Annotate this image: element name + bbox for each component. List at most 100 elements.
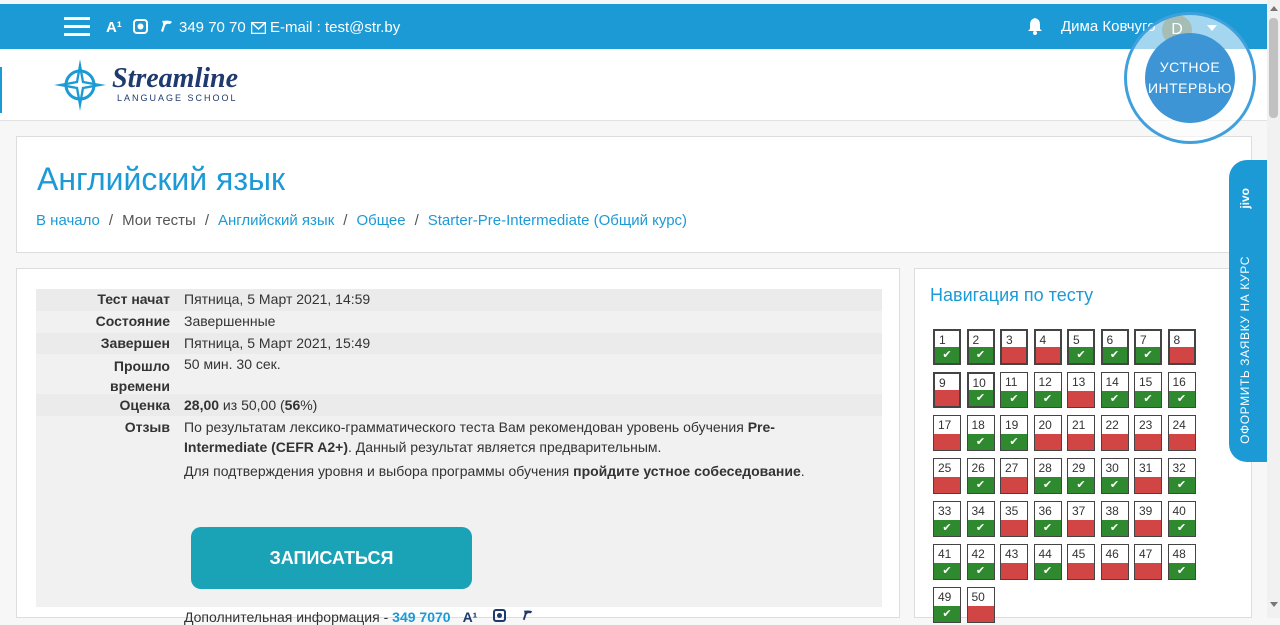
breadcrumb-general[interactable]: Общее <box>356 212 405 229</box>
question-button[interactable]: 44 <box>1033 544 1062 580</box>
question-button[interactable]: 41 <box>933 544 961 580</box>
jivo-course-request[interactable]: ОФОРМИТЬ ЗАЯВКУ НА КУРС <box>1238 256 1252 444</box>
question-button[interactable]: 26 <box>966 458 995 494</box>
scrollbar-thumb[interactable] <box>1269 18 1278 118</box>
topbar-email[interactable]: E-mail : test@str.by <box>270 19 400 36</box>
question-button[interactable]: 19 <box>1000 415 1028 451</box>
question-button[interactable]: 30 <box>1100 458 1129 494</box>
logo-text[interactable]: Streamline <box>112 63 238 95</box>
scroll-down-icon[interactable] <box>1270 602 1278 607</box>
question-button[interactable]: 8 <box>1167 329 1196 365</box>
question-button[interactable]: 16 <box>1167 372 1196 408</box>
grade-label: Оценка <box>119 397 170 413</box>
logo-star-icon[interactable] <box>53 58 107 112</box>
question-number: 25 <box>938 461 952 475</box>
question-number: 11 <box>1005 375 1018 389</box>
a1-icon[interactable]: A¹ <box>463 609 478 625</box>
question-button[interactable]: 2 <box>966 329 995 365</box>
question-button[interactable]: 31 <box>1134 458 1162 494</box>
question-button[interactable]: 37 <box>1067 501 1095 537</box>
question-button[interactable]: 10 <box>966 372 995 408</box>
question-button[interactable]: 42 <box>966 544 995 580</box>
question-button[interactable]: 9 <box>933 372 961 408</box>
question-button[interactable]: 36 <box>1033 501 1062 537</box>
breadcrumb-english[interactable]: Английский язык <box>218 212 334 229</box>
question-button[interactable]: 18 <box>966 415 995 451</box>
feedback-text: По результатам лексико-грамматического т… <box>184 419 775 455</box>
question-button[interactable]: 17 <box>933 415 961 451</box>
question-button[interactable]: 23 <box>1134 415 1162 451</box>
menu-icon[interactable] <box>64 17 90 37</box>
question-button[interactable]: 14 <box>1100 372 1129 408</box>
incorrect-status-icon <box>967 606 994 622</box>
breadcrumb-course[interactable]: Starter-Pre-Intermediate (Общий курс) <box>428 212 687 229</box>
question-button[interactable]: 47 <box>1134 544 1162 580</box>
question-button[interactable]: 39 <box>1134 501 1162 537</box>
question-button[interactable]: 4 <box>1033 329 1062 365</box>
question-button[interactable]: 32 <box>1167 458 1196 494</box>
question-button[interactable]: 40 <box>1167 501 1196 537</box>
confirm-text: Для подтверждения уровня и выбора програ… <box>184 463 805 479</box>
quiz-summary-table: Тест начат Пятница, 5 Март 2021, 14:59 С… <box>36 289 882 625</box>
quiz-navigation-block: Навигация по тесту 123456789101112131415… <box>914 268 1252 623</box>
phone-icon[interactable] <box>522 609 534 625</box>
jivo-brand[interactable]: jivo <box>1238 188 1252 209</box>
bell-icon[interactable] <box>1027 17 1043 35</box>
question-button[interactable]: 15 <box>1134 372 1162 408</box>
question-button[interactable]: 38 <box>1100 501 1129 537</box>
question-button[interactable]: 43 <box>1000 544 1028 580</box>
question-number: 29 <box>1072 461 1086 475</box>
question-button[interactable]: 3 <box>1000 329 1028 365</box>
jivo-chat-widget[interactable]: jivo ОФОРМИТЬ ЗАЯВКУ НА КУРС <box>1229 154 1267 462</box>
instagram-icon[interactable] <box>489 609 510 625</box>
quiz-navigation-title: Навигация по тесту <box>930 285 1094 305</box>
enroll-button[interactable]: ЗАПИСАТЬСЯ <box>191 527 472 589</box>
incorrect-status-icon <box>1168 434 1195 450</box>
page-scrollbar[interactable] <box>1267 0 1280 618</box>
correct-status-icon <box>1034 391 1061 407</box>
question-button[interactable]: 5 <box>1067 329 1095 365</box>
instagram-icon[interactable] <box>133 19 148 38</box>
question-button[interactable]: 20 <box>1033 415 1062 451</box>
scroll-up-icon[interactable] <box>1270 6 1278 11</box>
correct-status-icon <box>967 520 994 536</box>
question-button[interactable]: 46 <box>1100 544 1129 580</box>
question-button[interactable]: 22 <box>1100 415 1129 451</box>
question-button[interactable]: 25 <box>933 458 961 494</box>
grade-value: 28,00 из 50,00 (56%) <box>184 397 318 413</box>
question-button[interactable]: 48 <box>1167 544 1196 580</box>
a1-icon[interactable]: A¹ <box>106 19 122 36</box>
question-number: 12 <box>1038 375 1052 389</box>
question-number: 41 <box>938 547 952 561</box>
incorrect-status-icon <box>1034 434 1061 450</box>
breadcrumb-home[interactable]: В начало <box>36 212 100 229</box>
question-number: 38 <box>1105 504 1119 518</box>
question-button[interactable]: 24 <box>1167 415 1196 451</box>
question-number: 50 <box>971 590 985 604</box>
question-button[interactable]: 6 <box>1100 329 1129 365</box>
question-button[interactable]: 1 <box>933 329 961 365</box>
question-button[interactable]: 33 <box>933 501 961 537</box>
extra-phone-link[interactable]: 349 7070 <box>392 609 450 625</box>
question-button[interactable]: 34 <box>966 501 995 537</box>
question-button[interactable]: 29 <box>1067 458 1095 494</box>
question-button[interactable]: 35 <box>1000 501 1028 537</box>
topbar-phone[interactable]: 349 70 70 <box>179 19 246 36</box>
question-button[interactable]: 13 <box>1067 372 1095 408</box>
question-number: 34 <box>971 504 985 518</box>
oral-interview-badge[interactable]: УСТНОЕ ИНТЕРВЬЮ <box>1124 12 1256 144</box>
question-button[interactable]: 28 <box>1033 458 1062 494</box>
question-button[interactable]: 27 <box>1000 458 1028 494</box>
question-number: 33 <box>938 504 952 518</box>
summary-row-started: Тест начат Пятница, 5 Март 2021, 14:59 <box>36 289 882 311</box>
correct-status-icon <box>1001 434 1027 450</box>
question-button[interactable]: 7 <box>1134 329 1162 365</box>
question-button[interactable]: 12 <box>1033 372 1062 408</box>
question-button[interactable]: 11 <box>1000 372 1028 408</box>
correct-status-icon <box>934 606 960 622</box>
question-number: 32 <box>1172 461 1186 475</box>
summary-row-finished: Завершен Пятница, 5 Март 2021, 15:49 <box>36 333 882 354</box>
question-button[interactable]: 45 <box>1067 544 1095 580</box>
oral-interview-label[interactable]: УСТНОЕ ИНТЕРВЬЮ <box>1145 33 1235 123</box>
question-button[interactable]: 21 <box>1067 415 1095 451</box>
